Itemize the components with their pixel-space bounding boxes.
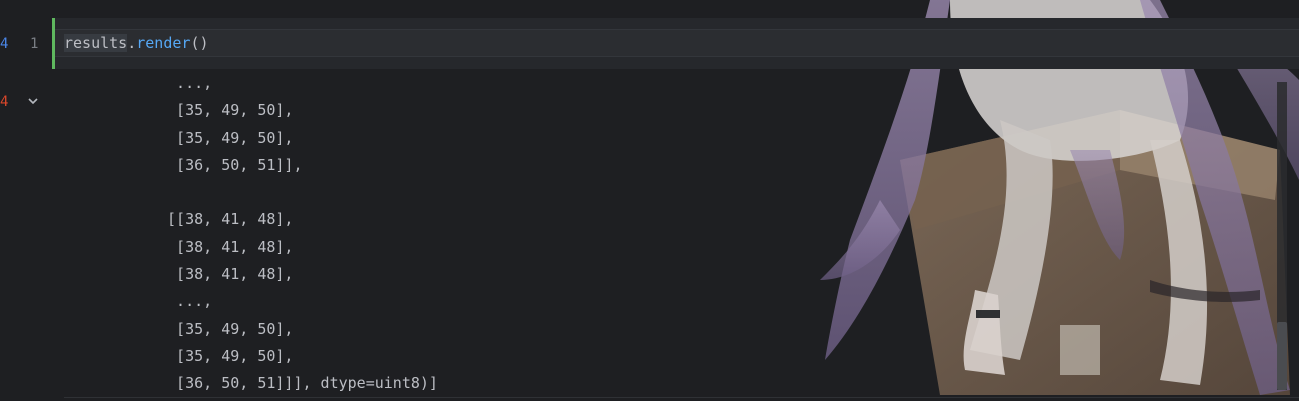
code-method: render: [136, 34, 191, 52]
cell-output: ..., [35, 49, 50], [35, 49, 50], [36, 50…: [158, 70, 858, 398]
code-cell-input[interactable]: results.render(): [52, 18, 1299, 69]
divider: [64, 397, 1299, 398]
output-line: [38, 41, 48],: [158, 265, 294, 284]
chevron-down-icon[interactable]: [26, 94, 40, 108]
notebook-editor: 4 1 4 results.render() ..., [35, 49, 50]…: [0, 0, 1299, 401]
output-line: ...,: [158, 74, 213, 92]
gutter: 4 1 4: [0, 0, 54, 401]
code-dot: .: [127, 34, 137, 52]
output-line: [35, 49, 50],: [158, 346, 294, 365]
output-line: [36, 50, 51]],: [158, 155, 303, 174]
vertical-scrollbar-thumb[interactable]: [1277, 322, 1287, 390]
output-cell-index: 4: [0, 94, 9, 110]
output-line: [35, 49, 50],: [158, 319, 294, 338]
current-line-highlight: [55, 29, 1299, 57]
code-variable: results: [64, 34, 128, 52]
line-number: 1: [30, 36, 39, 52]
output-line: [[38, 41, 48],: [158, 210, 294, 229]
code-line[interactable]: results.render(): [64, 34, 209, 52]
output-line: [35, 49, 50],: [158, 101, 294, 120]
output-line: [38, 41, 48],: [158, 237, 294, 256]
input-cell-index: 4: [0, 36, 9, 52]
code-parens: (): [190, 34, 209, 52]
output-line: ...,: [158, 292, 213, 311]
output-line: [35, 49, 50],: [158, 128, 294, 147]
output-line: [36, 50, 51]]], dtype=uint8)]: [158, 374, 438, 393]
